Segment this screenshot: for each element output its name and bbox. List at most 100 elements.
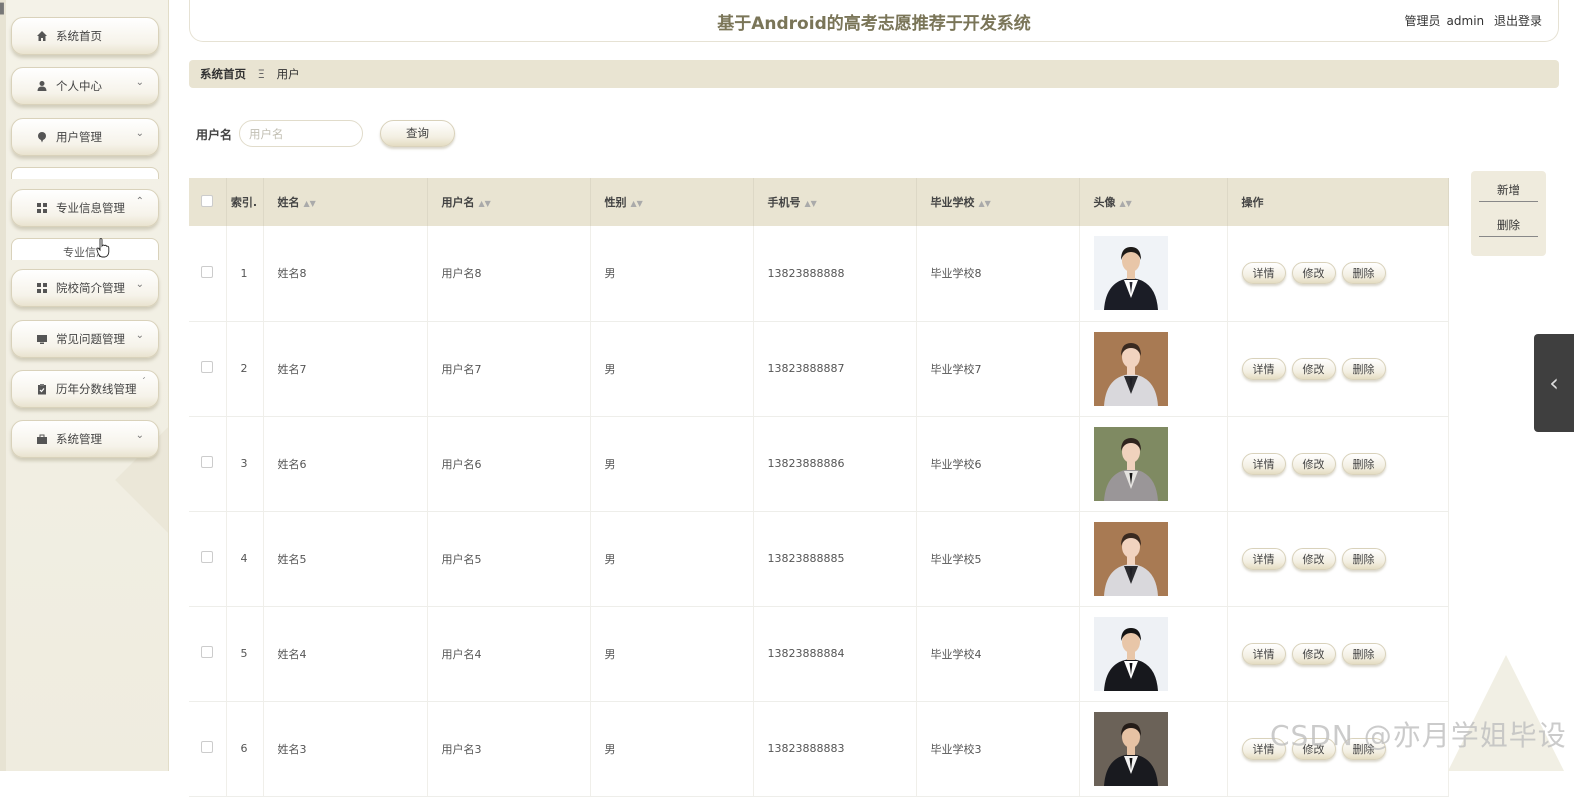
username-search-input[interactable]	[239, 120, 363, 147]
cell-gender: 男	[590, 511, 754, 607]
batch-delete-button[interactable]: 删除	[1479, 214, 1538, 237]
chevron-down-icon: ⌄	[135, 330, 144, 341]
column-header-label: 毕业学校	[930, 196, 975, 209]
table-header-row: 索引. 姓名 ▲▼ 用户名 ▲▼ 性别 ▲▼ 手机号 ▲▼ 毕业学校 ▲▼ 头像 ▲▼ 操作	[189, 178, 1449, 226]
role-label: 管理员	[1404, 14, 1441, 28]
cell-actions: 详情 修改 删除	[1227, 226, 1449, 322]
cell-username: 用户名4	[427, 606, 591, 702]
delete-button[interactable]: 删除	[1341, 357, 1386, 380]
sort-icon[interactable]: ▲▼	[805, 199, 817, 208]
select-all-checkbox[interactable]	[200, 194, 213, 207]
cell-index: 5	[226, 606, 264, 702]
delete-button[interactable]: 删除	[1341, 262, 1386, 285]
add-button[interactable]: 新增	[1479, 179, 1538, 202]
sort-icon[interactable]: ▲▼	[304, 199, 316, 208]
detail-button[interactable]: 详情	[1241, 642, 1286, 665]
cell-phone: 13823888886	[753, 416, 917, 512]
edit-button[interactable]: 修改	[1291, 262, 1336, 285]
delete-button[interactable]: 删除	[1341, 547, 1386, 570]
window-edge-icon: ▌	[0, 4, 8, 15]
detail-button[interactable]: 详情	[1241, 357, 1286, 380]
column-header-avatar[interactable]: 头像 ▲▼	[1079, 178, 1228, 226]
cell-phone: 13823888888	[753, 226, 917, 322]
chevron-down-icon: ´	[141, 377, 146, 388]
row-checkbox[interactable]	[200, 265, 213, 278]
cell-avatar	[1079, 226, 1228, 322]
table-row: 2 姓名7 用户名7 男 13823888887 毕业学校7 详情 修改 删除	[189, 321, 1449, 417]
row-checkbox[interactable]	[200, 551, 213, 563]
logout-link[interactable]: 退出登录	[1494, 14, 1542, 28]
breadcrumb-home-link[interactable]: 系统首页	[200, 67, 246, 81]
edit-button[interactable]: 修改	[1291, 547, 1336, 570]
avatar-photo[interactable]	[1093, 711, 1168, 786]
cell-school: 毕业学校7	[916, 321, 1080, 417]
cell-school: 毕业学校3	[916, 701, 1080, 797]
sidebar-item-home[interactable]: 系统首页	[11, 17, 159, 55]
row-checkbox[interactable]	[200, 646, 213, 658]
column-header-school[interactable]: 毕业学校 ▲▼	[916, 178, 1080, 226]
avatar-photo[interactable]	[1093, 616, 1168, 691]
cell-username: 用户名8	[427, 226, 591, 322]
detail-button[interactable]: 详情	[1241, 262, 1286, 285]
grid-icon	[36, 282, 48, 294]
column-header-gender[interactable]: 性别 ▲▼	[590, 178, 754, 226]
briefcase-icon	[36, 433, 48, 445]
row-checkbox[interactable]	[200, 361, 213, 373]
row-checkbox[interactable]	[200, 741, 213, 753]
collapse-panel-tab[interactable]: ‹	[1534, 334, 1574, 432]
cell-phone: 13823888884	[753, 606, 917, 702]
avatar-photo[interactable]	[1093, 331, 1168, 406]
avatar-photo[interactable]	[1093, 521, 1168, 596]
chevron-down-icon: ⌄	[135, 77, 144, 88]
cell-username: 用户名3	[427, 701, 591, 797]
cell-avatar	[1079, 511, 1228, 607]
chevron-down-icon: ⌄	[135, 279, 144, 290]
edit-button[interactable]: 修改	[1291, 642, 1336, 665]
sidebar-item-major-management[interactable]: 专业信息管理 ⌃	[11, 189, 159, 227]
breadcrumb: 系统首页 Ξ 用户	[189, 60, 1559, 88]
delete-button[interactable]: 删除	[1341, 452, 1386, 475]
column-header-name[interactable]: 姓名 ▲▼	[263, 178, 428, 226]
cell-index: 3	[226, 416, 264, 512]
edit-button[interactable]: 修改	[1291, 357, 1336, 380]
column-header-label: 手机号	[767, 196, 801, 209]
column-header-username[interactable]: 用户名 ▲▼	[427, 178, 591, 226]
column-header-phone[interactable]: 手机号 ▲▼	[753, 178, 917, 226]
sort-icon[interactable]: ▲▼	[1120, 199, 1132, 208]
hidden-submenu-edge	[11, 167, 159, 179]
sidebar-item-personal-center[interactable]: 个人中心 ⌄	[11, 67, 159, 105]
sidebar-item-system-management[interactable]: 系统管理 ⌄	[11, 420, 159, 458]
cell-name: 姓名8	[263, 226, 428, 322]
cell-index: 6	[226, 701, 264, 797]
column-header-label: 姓名	[277, 196, 300, 209]
table-row: 1 姓名8 用户名8 男 13823888888 毕业学校8 详情 修改 删除	[189, 226, 1449, 322]
sidebar-item-label: 用户管理	[56, 130, 102, 144]
sort-icon[interactable]: ▲▼	[479, 199, 491, 208]
sort-icon[interactable]: ▲▼	[979, 199, 991, 208]
sidebar: ▌ 系统首页 个人中心 ⌄ 用户管理 ⌄ 专业信息管理 ⌃ 专业信息 院校简介管…	[0, 0, 169, 771]
cell-username: 用户名6	[427, 416, 591, 512]
row-checkbox[interactable]	[200, 456, 213, 468]
side-action-panel: 新增 删除	[1471, 171, 1546, 256]
search-label: 用户名	[196, 128, 233, 142]
table-row: 4 姓名5 用户名5 男 13823888885 毕业学校5 详情 修改 删除	[189, 511, 1449, 607]
sidebar-item-score-line-management[interactable]: 历年分数线管理 ´	[11, 370, 159, 408]
column-header-label: 用户名	[441, 196, 475, 209]
search-button[interactable]: 查询	[380, 120, 455, 147]
cell-actions: 详情 修改 删除	[1227, 416, 1449, 512]
sidebar-item-faq-management[interactable]: 常见问题管理 ⌄	[11, 320, 159, 358]
avatar-photo[interactable]	[1093, 236, 1168, 311]
detail-button[interactable]: 详情	[1241, 547, 1286, 570]
avatar-photo[interactable]	[1093, 426, 1168, 501]
sidebar-submenu-major-info[interactable]: 专业信息	[11, 238, 159, 260]
top-header: 基于Android的高考志愿推荐于开发系统 管理员 admin 退出登录	[189, 0, 1559, 42]
sidebar-item-school-intro-management[interactable]: 院校简介管理 ⌄	[11, 269, 159, 307]
cell-phone: 13823888885	[753, 511, 917, 607]
detail-button[interactable]: 详情	[1241, 452, 1286, 475]
cell-avatar	[1079, 416, 1228, 512]
sidebar-item-user-management[interactable]: 用户管理 ⌄	[11, 118, 159, 156]
sort-icon[interactable]: ▲▼	[631, 199, 643, 208]
edit-button[interactable]: 修改	[1291, 452, 1336, 475]
delete-button[interactable]: 删除	[1341, 642, 1386, 665]
cell-actions: 详情 修改 删除	[1227, 321, 1449, 417]
